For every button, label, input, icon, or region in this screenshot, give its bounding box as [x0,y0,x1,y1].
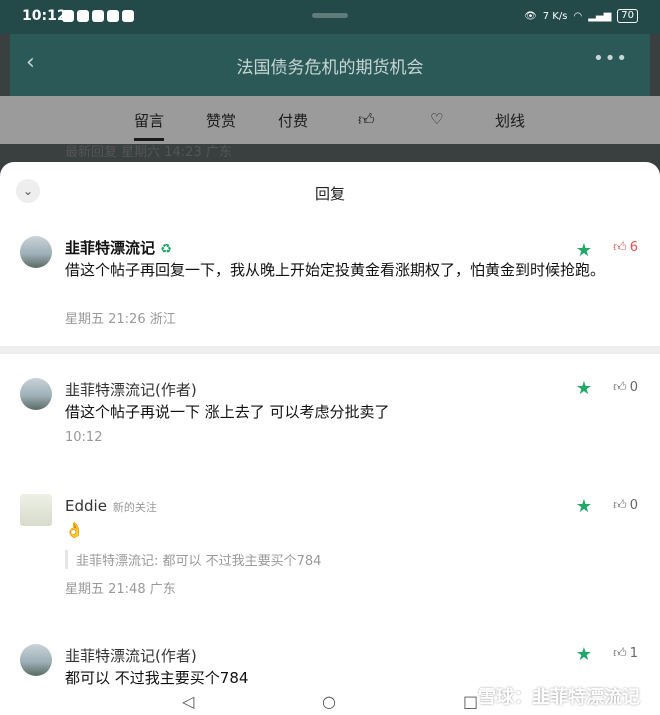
status-bar: 10:12 👁 7 K/s ◠ ▂▄▆ 70 [0,0,660,34]
comment-author[interactable]: Eddie 新的关注 [65,497,157,515]
like-button[interactable]: 👍︎ 6 [613,240,638,255]
comment-meta: 星期五 21:48 广东 [65,582,176,597]
divider [0,346,660,354]
tab-highlights[interactable]: 划线 [495,110,525,131]
star-icon[interactable]: ★ [576,378,592,399]
tab-reward[interactable]: 赞赏 [206,110,236,131]
avatar[interactable] [20,378,52,410]
avatar[interactable] [20,494,52,526]
author-name: Eddie [65,497,107,515]
follow-tag: 新的关注 [112,501,157,514]
recycle-icon: ♻ [160,242,172,257]
comment-meta: 10:12 [65,430,103,445]
like-button[interactable]: 👍︎ 0 [613,498,638,513]
star-icon[interactable]: ★ [576,496,592,517]
like-count: 0 [629,498,638,513]
tab-comments[interactable]: 留言 [134,110,165,141]
like-count: 1 [629,646,638,661]
comment-body: 借这个帖子再回复一下，我从晚上开始定投黄金看涨期权了，怕黄金到时候抢跑。 [65,261,606,279]
comment-author[interactable]: 韭菲特漂流记(作者) [65,379,197,400]
author-name: 韭菲特漂流记 [65,239,156,257]
more-icon[interactable]: ••• [593,48,628,69]
thumbs-up-icon: 👍︎ [613,498,627,513]
latest-reply: 最新回复 星期六 14:23 广东 [65,145,232,160]
heart-icon[interactable]: ♡ [430,110,443,128]
home-nav-icon[interactable]: ○ [322,692,336,711]
watermark: 雪球：韭菲特漂流记 [478,687,640,708]
comment-author[interactable]: 韭菲特漂流记 ♻ [65,237,172,258]
thumbs-up-icon: 👍︎ [613,240,627,255]
thumbs-up-icon: 👍︎ [613,646,627,661]
app-header: ‹ 法国债务危机的期货机会 ••• [10,34,650,96]
comment-author[interactable]: 韭菲特漂流记(作者) [65,645,197,666]
page-title: 法国债务危机的期货机会 [236,58,424,78]
avatar[interactable] [20,236,52,268]
sheet-title: 回复 [314,185,345,203]
comment-body: 👌 [65,521,84,539]
tab-bar: 留言 赞赏 付费 👍︎ ♡ 划线 [0,96,660,144]
comment-meta: 星期五 21:26 浙江 [65,312,176,327]
star-icon[interactable]: ★ [576,644,592,665]
tab-paid[interactable]: 付费 [278,110,308,131]
network-speed: 7 K/s [542,10,568,22]
notification-icons [62,10,134,22]
wifi-icon: ◠ [573,10,583,22]
signal-icon: ▂▄▆ [588,10,612,22]
quoted-reply[interactable]: 韭菲特漂流记: 都可以 不过我主要买个784 [65,550,321,569]
drag-handle[interactable] [312,13,348,18]
system-indicators: 👁 7 K/s ◠ ▂▄▆ 70 [524,9,638,23]
thumbs-up-icon[interactable]: 👍︎ [358,110,375,130]
back-nav-icon[interactable]: ◁ [182,692,194,711]
eye-icon: 👁 [524,10,537,22]
like-count: 0 [629,380,638,395]
thumbs-up-icon: 👍︎ [613,380,627,395]
avatar[interactable] [20,644,52,676]
like-button[interactable]: 👍︎ 1 [613,646,638,661]
battery-indicator: 70 [617,9,638,23]
like-button[interactable]: 👍︎ 0 [613,380,638,395]
comment-body: 借这个帖子再说一下 涨上去了 可以考虑分批卖了 [65,403,390,421]
clock: 10:12 [22,8,67,24]
reply-sheet: ⌄ 回复 韭菲特漂流记 ♻ ★ 👍︎ 6 借这个帖子再回复一下，我从晚上开始定投黄… [0,162,660,715]
like-count: 6 [629,240,638,255]
recents-nav-icon[interactable]: □ [463,692,478,711]
